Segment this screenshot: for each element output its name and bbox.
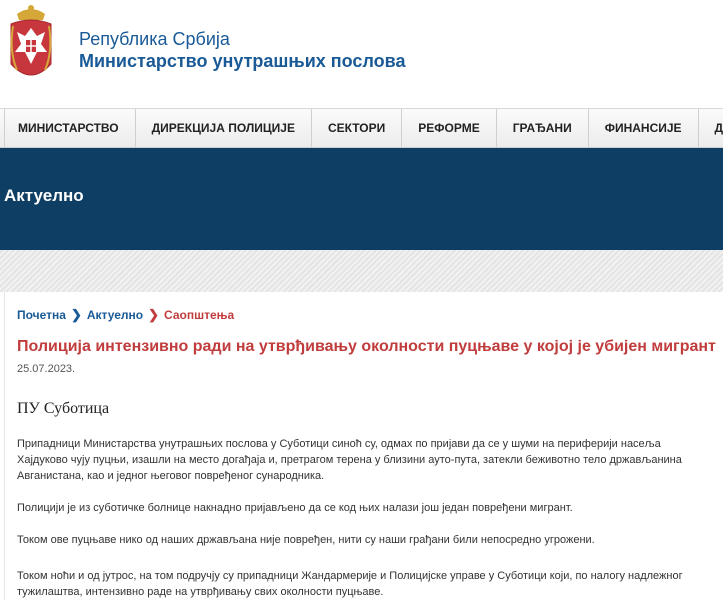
serbian-coat-of-arms-logo[interactable]	[7, 2, 55, 86]
article-title: Полиција интензивно ради на утврђивању о…	[17, 338, 716, 355]
nav-item-reforms[interactable]: РЕФОРМЕ	[402, 109, 497, 147]
nav-item-sectors[interactable]: СЕКТОРИ	[312, 109, 403, 147]
main-navigation: МИНИСТАРСТВО ДИРЕКЦИЈА ПОЛИЦИЈЕ СЕКТОРИ …	[0, 108, 723, 148]
nav-item-police-directorate[interactable]: ДИРЕКЦИЈА ПОЛИЦИЈЕ	[136, 109, 312, 147]
article-content: Почетна ❯ Актуелно ❯ Саопштења Полиција инте…	[4, 292, 723, 600]
nav-item-finances[interactable]: ФИНАНСИЈЕ	[589, 109, 699, 147]
chevron-right-icon: ❯	[70, 307, 82, 322]
breadcrumb-home[interactable]: Почетна	[17, 308, 66, 322]
decorative-stripes	[0, 250, 723, 292]
breadcrumb: Почетна ❯ Актуелно ❯ Саопштења	[17, 307, 234, 323]
article-paragraph: Полицији је из суботичке болнице накнадн…	[17, 502, 573, 514]
chevron-right-icon: ❯	[148, 307, 159, 322]
breadcrumb-news[interactable]: Актуелно	[87, 308, 143, 322]
police-unit-heading: ПУ Суботица	[17, 400, 110, 417]
nav-item-ministry[interactable]: МИНИСТАРСТВО	[4, 109, 136, 147]
breadcrumb-current[interactable]: Саопштења	[164, 308, 234, 322]
section-title: Актуелно	[4, 186, 84, 205]
section-banner: Актуелно	[0, 148, 723, 250]
article-date: 25.07.2023.	[17, 363, 76, 375]
article-paragraph: Током ноћи и од јутрос, на том подручју …	[17, 570, 683, 598]
republic-name: Република Србија	[79, 29, 230, 49]
article-paragraph: Током ове пуцњаве нико од наших држављан…	[17, 534, 595, 546]
nav-item-citizens[interactable]: ГРАЂАНИ	[497, 109, 589, 147]
site-header: Република Србија Министарство унутрашњих…	[0, 0, 723, 108]
article-paragraph: Припадници Министарства унутрашњих посло…	[17, 438, 682, 482]
ministry-name[interactable]: Министарство унутрашњих послова	[79, 50, 405, 72]
nav-item-documents[interactable]: ДОКУМЕНТ	[699, 109, 723, 147]
